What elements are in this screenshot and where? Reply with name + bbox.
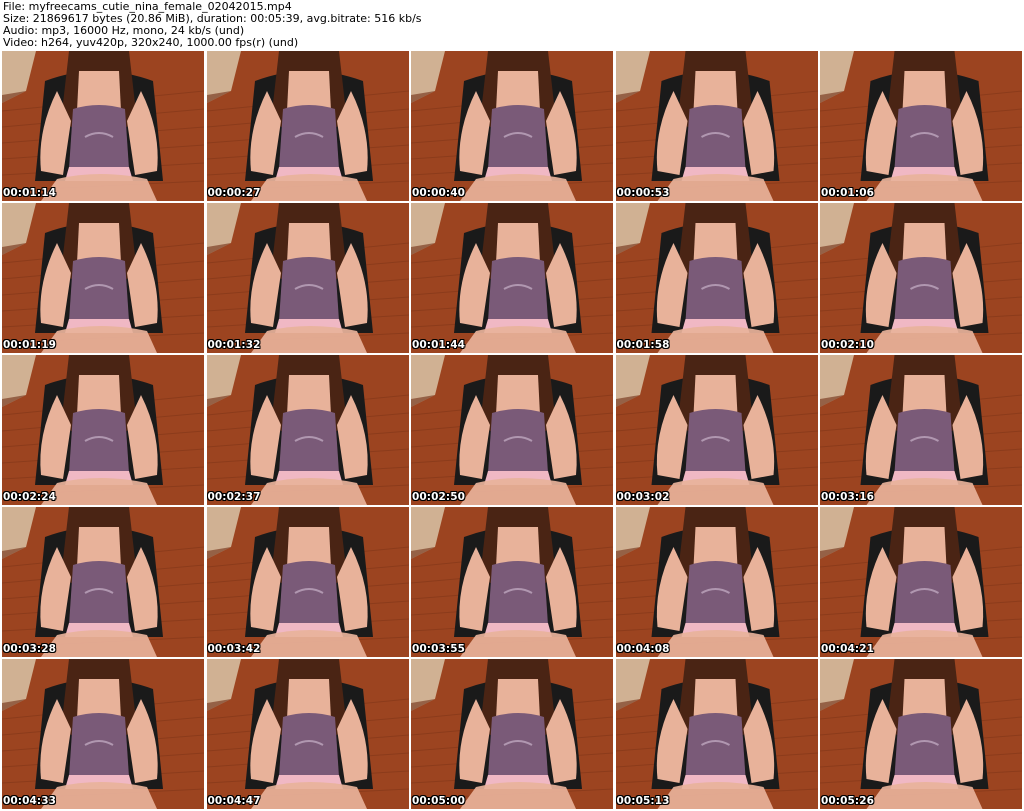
video-thumbnail: 00:02:10 — [820, 203, 1022, 353]
frame-scene — [206, 203, 409, 353]
video-thumbnail: 00:01:14 — [2, 51, 204, 201]
video-thumbnail: 00:01:44 — [411, 203, 613, 353]
video-thumbnail: 00:02:50 — [411, 355, 613, 505]
thumbnail-timestamp: 00:05:26 — [821, 795, 875, 807]
video-thumbnail: 00:01:58 — [615, 203, 818, 353]
frame-scene — [2, 659, 204, 809]
thumbnail-timestamp: 00:01:19 — [3, 339, 57, 351]
frame-scene — [820, 51, 1022, 201]
frame-scene — [411, 659, 613, 809]
thumbnail-timestamp: 00:03:02 — [616, 491, 670, 503]
frame-scene — [2, 51, 204, 201]
frame-scene — [2, 203, 204, 353]
thumbnail-timestamp: 00:02:24 — [3, 491, 57, 503]
video-thumbnail: 00:04:08 — [615, 507, 818, 657]
thumbnail-timestamp: 00:03:42 — [207, 643, 261, 655]
frame-scene — [206, 659, 409, 809]
video-thumbnail: 00:03:28 — [2, 507, 204, 657]
video-thumbnail: 00:04:33 — [2, 659, 204, 809]
video-thumbnail: 00:03:02 — [615, 355, 818, 505]
frame-scene — [2, 355, 204, 505]
video-thumbnail: 00:05:00 — [411, 659, 613, 809]
frame-scene — [820, 203, 1022, 353]
frame-scene — [206, 507, 409, 657]
thumbnail-timestamp: 00:01:44 — [412, 339, 466, 351]
thumbnail-timestamp: 00:05:13 — [616, 795, 670, 807]
video-thumbnail: 00:00:27 — [206, 51, 409, 201]
thumbnail-timestamp: 00:05:00 — [412, 795, 466, 807]
thumbnail-timestamp: 00:01:32 — [207, 339, 261, 351]
thumbnail-timestamp: 00:04:47 — [207, 795, 261, 807]
video-thumbnail: 00:01:06 — [820, 51, 1022, 201]
frame-scene — [820, 355, 1022, 505]
frame-scene — [615, 203, 818, 353]
thumbnail-timestamp: 00:02:50 — [412, 491, 466, 503]
video-thumbnail: 00:00:53 — [615, 51, 818, 201]
thumbnail-timestamp: 00:04:08 — [616, 643, 670, 655]
thumbnail-timestamp: 00:00:40 — [412, 187, 466, 199]
frame-scene — [615, 355, 818, 505]
frame-scene — [615, 507, 818, 657]
video-thumbnail: 00:02:24 — [2, 355, 204, 505]
thumbnail-timestamp: 00:04:33 — [3, 795, 57, 807]
video-thumbnail: 00:02:37 — [206, 355, 409, 505]
thumbnail-timestamp: 00:03:28 — [3, 643, 57, 655]
video-thumbnail: 00:05:13 — [615, 659, 818, 809]
video-info-line: Video: h264, yuv420p, 320x240, 1000.00 f… — [3, 36, 299, 49]
frame-scene — [206, 51, 409, 201]
thumbnail-timestamp: 00:02:37 — [207, 491, 261, 503]
video-thumbnail: 00:03:55 — [411, 507, 613, 657]
thumbnail-timestamp: 00:01:14 — [3, 187, 57, 199]
thumbnail-timestamp: 00:00:27 — [207, 187, 261, 199]
frame-scene — [615, 659, 818, 809]
frame-scene — [411, 203, 613, 353]
frame-scene — [411, 507, 613, 657]
frame-scene — [820, 507, 1022, 657]
video-thumbnail: 00:04:47 — [206, 659, 409, 809]
video-thumbnail: 00:01:19 — [2, 203, 204, 353]
thumbnail-timestamp: 00:01:58 — [616, 339, 670, 351]
video-thumbnail: 00:01:32 — [206, 203, 409, 353]
frame-scene — [820, 659, 1022, 809]
frame-scene — [411, 51, 613, 201]
video-thumbnail: 00:05:26 — [820, 659, 1022, 809]
video-thumbnail: 00:00:40 — [411, 51, 613, 201]
video-thumbnail: 00:03:42 — [206, 507, 409, 657]
thumbnail-timestamp: 00:04:21 — [821, 643, 875, 655]
file-info-header: File: myfreecams_cutie_nina_female_02042… — [0, 0, 1024, 50]
frame-scene — [411, 355, 613, 505]
thumbnail-timestamp: 00:03:16 — [821, 491, 875, 503]
video-thumbnail: 00:04:21 — [820, 507, 1022, 657]
thumbnail-timestamp: 00:02:10 — [821, 339, 875, 351]
frame-scene — [2, 507, 204, 657]
thumbnail-grid: 00:01:14 00:00:27 00:00:40 00:00:53 00:0… — [2, 51, 1023, 810]
frame-scene — [206, 355, 409, 505]
thumbnail-timestamp: 00:03:55 — [412, 643, 466, 655]
thumbnail-timestamp: 00:01:06 — [821, 187, 875, 199]
frame-scene — [615, 51, 818, 201]
thumbnail-timestamp: 00:00:53 — [616, 187, 670, 199]
video-thumbnail: 00:03:16 — [820, 355, 1022, 505]
